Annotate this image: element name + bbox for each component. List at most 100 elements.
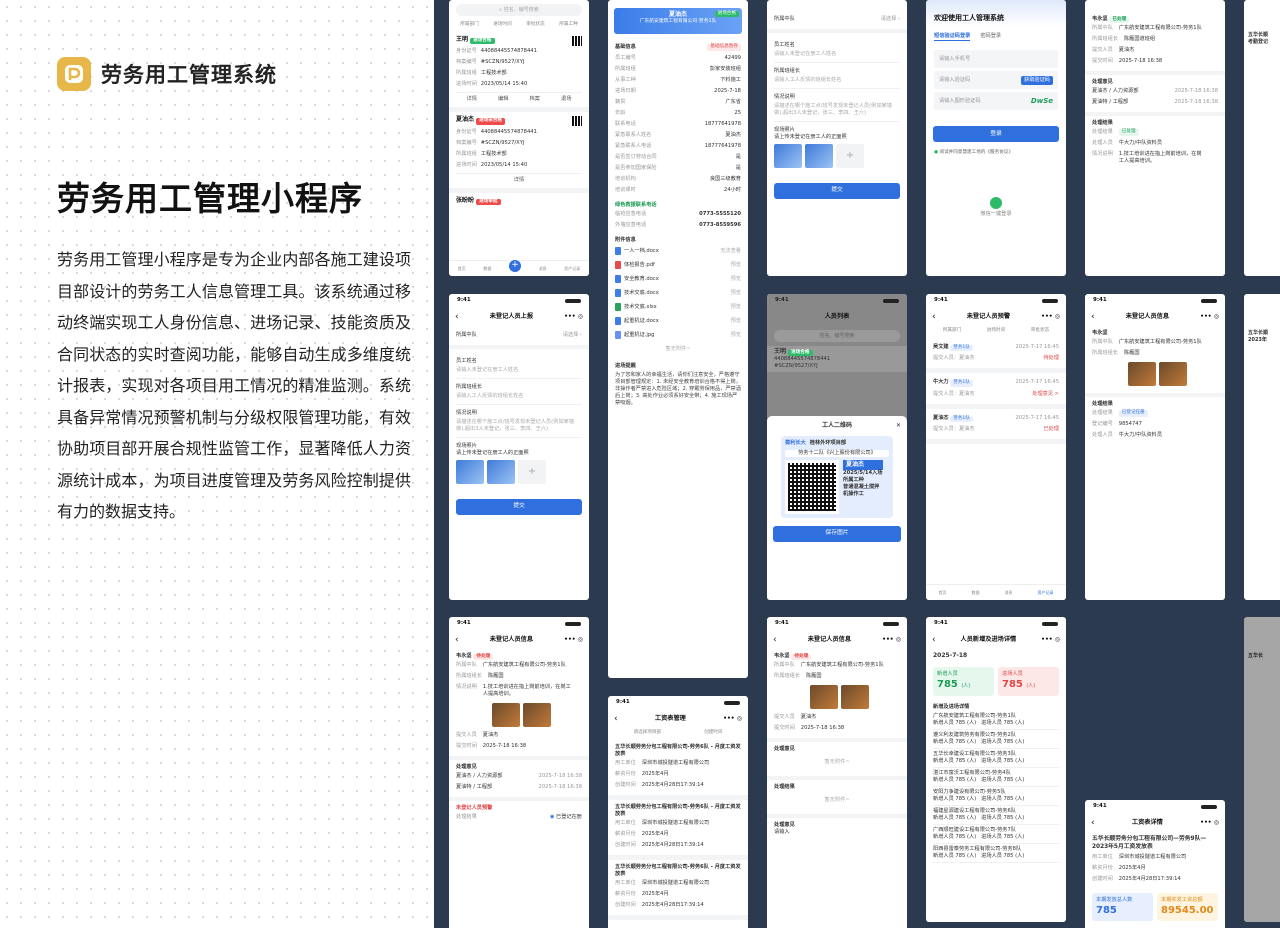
people-list-screen: 9:41 人员列表 姓名、编号搜索 王明 进场合格 44088445574878… [767,294,907,600]
entry-item[interactable]: 五华长幸建设工程有限公司-劳务3队 新增人员 785 (人) 进场人员 785 (… [933,749,1059,768]
edit-button[interactable]: 编辑 [498,96,508,103]
capsule-menu-icon[interactable]: ••• ◎ [723,715,742,723]
warning-item[interactable]: 吴文建 劳务1队 2025-7-17 16:45 提交人员：夏油杰 待处理 [926,338,1066,374]
capsule-menu-icon[interactable]: ••• ◎ [1041,313,1060,321]
filter-time[interactable]: 进场时间 [493,22,511,28]
warning-item[interactable]: 夏油杰 劳务1队 2025-7-17 16:45 提交人员：夏油杰 已处理 [926,409,1066,444]
exit-button[interactable]: 退场 [561,96,571,103]
salary-detail-screen: 9:41 ‹ 工资表详情 ••• ◎ 五华长顺劳务分包工程有限公司—劳务9队—202… [1085,800,1225,928]
phone-input[interactable]: 请输入手机号 [934,50,1058,69]
back-icon[interactable]: ‹ [455,634,459,646]
check-icon: ● [934,150,939,156]
intro-panel: 劳务用工管理系统 劳务用工管理小程序 劳务用工管理小程序是专为企业内部各施工建设… [0,0,434,928]
leader-input[interactable]: 请输入工人反馈的班组长姓名 [456,391,582,406]
tab-asset[interactable]: 资产记录 [564,266,580,271]
file-icon [615,247,621,256]
wechat-icon[interactable] [990,196,1002,209]
capsule-menu-icon[interactable]: ••• ◎ [564,636,583,644]
back-icon[interactable]: ‹ [455,311,459,323]
entry-item[interactable]: 广西顺旺建设工程有限公司-劳务7队 新增人员 785 (人) 进场人员 785 (… [933,825,1059,844]
back-icon[interactable]: ‹ [1091,817,1095,829]
tab-password-login[interactable]: 密码登录 [980,33,1001,41]
worker-detail-screen: 夏油杰 广东航安建筑工程有限公司-劳务1队 进场合格 基础信息 基础信息暂存 员工… [608,0,748,678]
agree-checkbox[interactable]: 阅读并同意慧建工地的《服务协议》 [939,150,1013,155]
detail-row: 联系电话 18777641978 [615,121,741,128]
payroll-item[interactable]: 五华长顺劳务分包工程有限公司-劳务6队 - 月度工资发放表 用工单位 深圳市城投隧道… [608,860,748,921]
tab-message[interactable]: 消息 [539,266,547,271]
capsule-menu-icon[interactable]: ••• ◎ [1200,819,1219,827]
get-code-button[interactable]: 获取验证码 [1021,75,1053,85]
back-icon[interactable]: ‹ [614,713,618,725]
unregistered-info-screen: 9:41 ‹ 未登记人员信息 ••• ◎ 韦永坚 待处理 所属中队 广东航安建筑工程有… [449,617,589,928]
report-form-screen: 9:41 ‹ 未登记人员上报 ••• ◎ 所属中队 请选择 › 员工姓名 请输入未登记… [449,294,589,600]
tab-data[interactable]: 数据 [483,266,491,271]
tab-home[interactable]: 首页 [458,266,466,271]
entry-item[interactable]: 福建星源建设工程有限公司-劳务6队 新增人员 785 (人) 进场人员 785 (… [933,806,1059,825]
attachment-item[interactable]: 起重机证.docx 预览 [615,314,741,328]
detail-row: 紧急联系人姓名 夏油杰 [615,132,741,139]
status-badge: 进场合格 [714,11,739,18]
entry-item[interactable]: 湛江市富沃工程有限公司-劳务4队 新增人员 785 (人) 进场人员 785 (人… [933,768,1059,787]
back-icon[interactable]: ‹ [773,634,777,646]
back-icon[interactable]: ‹ [932,311,936,323]
note-input[interactable]: 请描述在哪个施工点/班号发现未登记人员(例如某墙做),超出3人未登记，张三、李四… [456,417,582,439]
warning-item[interactable]: 牛大力 劳务1队 2025-7-17 16:45 提交人员：夏油杰 处理意见 > [926,373,1066,409]
brand: 劳务用工管理系统 [57,57,277,91]
entry-item[interactable]: 安阳力争建设有限公司-劳务5队 新增人员 785 (人) 进场人员 785 (人) [933,787,1059,806]
filter-status[interactable]: 审批状态 [526,22,544,28]
file-icon [615,303,621,312]
payroll-item[interactable]: 五华长顺劳务分包工程有限公司-劳务6队 - 月度工资发放表 用工单位 深圳市城投隧道… [608,800,748,861]
detail-row: 进场日期 2025-7-18 [615,88,741,95]
payroll-item[interactable]: 五华长顺劳务分包工程有限公司-劳务6队 - 月度工资发放表 用工单位 深圳市城投隧道… [608,740,748,801]
capsule-menu-icon[interactable]: ••• ◎ [882,636,901,644]
add-photo-icon[interactable]: + [518,460,546,485]
detail-button[interactable]: 详情 [514,177,524,184]
opinion-input[interactable]: 请输入 [774,829,900,836]
attachment-item[interactable]: 体检报告.pdf 预览 [615,258,741,272]
search-input[interactable]: ⌕ 姓名、编号搜索 [456,4,582,16]
capsule-menu-icon[interactable]: ••• ◎ [564,313,583,321]
back-icon[interactable]: ‹ [1091,311,1095,323]
save-image-button[interactable]: 保存图片 [773,526,901,543]
name-input[interactable]: 请输入未登记在册工人姓名 [456,365,582,380]
close-icon[interactable]: ✕ [896,422,901,430]
code-input[interactable]: 请输入验证码 获取验证码 [934,71,1058,90]
attachment-item[interactable]: 一人一档.docx 无法查看 [615,244,741,258]
detail-row: 培训机构 良国三级教育 [615,176,741,183]
worker-card[interactable]: 张盼盼 进场审批 [449,193,589,211]
photo-thumb [487,460,515,485]
add-button[interactable]: + [508,259,521,272]
tab-sms-login[interactable]: 短信验证码登录 [934,33,971,42]
attachment-item[interactable]: 起重机证.jpg 预览 [615,328,741,342]
archive-button[interactable]: 档案 [530,96,540,103]
captcha-input[interactable]: 请输入图形验证码 DwSe [934,92,1058,111]
qr-code-icon[interactable] [572,116,582,127]
entry-item[interactable]: 阳西县雷泰劳务工程有限公司-劳务8队 新增人员 785 (人) 进场人员 785 … [933,844,1059,863]
back-icon[interactable]: ‹ [932,634,936,646]
login-button[interactable]: 登录 [933,126,1059,143]
worker-card[interactable]: 王明 进场合格 身份证号 44088445574878441 档案编号 #SCZN/… [449,32,589,113]
team-select[interactable]: 请选择 › [563,332,582,339]
filter-project[interactable]: 请选择项目部 [634,730,662,736]
qr-code-icon[interactable] [572,36,582,47]
attachment-item[interactable]: 技术交底.docx 预览 [615,286,741,300]
detail-row: 从事工种 下料施工 [615,77,741,84]
detail-row: 是否参加国家保险是 [615,165,741,172]
detail-row: 是否签订劳动合同是 [615,154,741,161]
filter-dept[interactable]: 所属部门 [460,22,478,28]
submit-button[interactable]: 提交 [774,183,900,200]
detail-button[interactable]: 详情 [467,96,477,103]
entry-item[interactable]: 广东航安建筑工程有限公司-劳务1队 新增人员 785 (人) 进场人员 785 (… [933,711,1059,730]
payroll-screen: 9:41 ‹ 工资表管理 ••• ◎ 请选择项目部 创建时间 五华长顺劳务分包工程有限… [608,696,748,928]
submit-button[interactable]: 提交 [456,499,582,516]
capsule-menu-icon[interactable]: ••• ◎ [1200,313,1219,321]
attachment-item[interactable]: 技术交底.xlsx 预览 [615,300,741,314]
attachment-item[interactable]: 安全教育.docx 预览 [615,272,741,286]
worker-card[interactable]: 夏油杰 进场未合格 身份证号 44088445574878441 档案编号 #SCZ… [449,112,589,193]
filter-created[interactable]: 创建时间 [704,730,722,736]
photo-thumb [456,460,484,485]
captcha-image[interactable]: DwSe [1031,97,1053,106]
filter-job[interactable]: 所属工种 [559,22,577,28]
capsule-menu-icon[interactable]: ••• ◎ [1041,636,1060,644]
entry-item[interactable]: 遵义利友建筑劳务有限公司-劳务2队 新增人员 785 (人) 进场人员 785 (… [933,730,1059,749]
